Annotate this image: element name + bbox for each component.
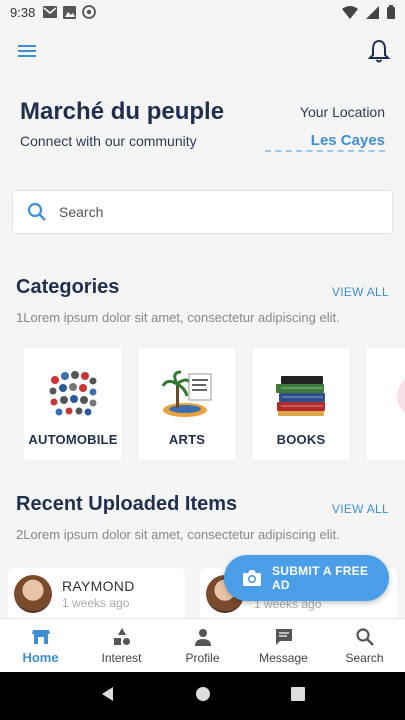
home-circle-icon — [196, 686, 211, 701]
shapes-icon — [113, 627, 130, 645]
signal-icon — [366, 5, 379, 19]
beauty-icon — [397, 379, 405, 413]
recent-view-all-link[interactable]: VIEW ALL — [332, 502, 389, 516]
mail-icon — [43, 6, 58, 18]
home-icon — [31, 630, 50, 644]
seller-name: RAYMOND — [62, 578, 135, 594]
bell-icon — [367, 39, 391, 63]
art-palm-icon — [161, 370, 212, 417]
nav-interest[interactable]: Interest — [81, 619, 162, 672]
bottom-navigation: Home Interest Profile Message Search — [0, 618, 405, 672]
nav-search[interactable]: Search — [324, 619, 405, 672]
search-icon — [27, 202, 46, 221]
hamburger-icon — [18, 45, 36, 57]
nav-message[interactable]: Message — [243, 619, 324, 672]
page-subtitle: Connect with our community — [20, 133, 197, 149]
nav-interest-label: Interest — [101, 650, 142, 665]
category-card-books[interactable]: BOOKS — [252, 348, 350, 460]
back-triangle-icon — [101, 686, 113, 701]
status-time: 9:38 — [10, 4, 36, 20]
menu-button[interactable] — [16, 40, 38, 62]
nav-home-label: Home — [22, 650, 59, 665]
image-icon — [63, 5, 77, 19]
nav-message-label: Message — [259, 650, 308, 665]
categories-view-all-link[interactable]: VIEW ALL — [332, 285, 389, 299]
location-label: Your Location — [299, 104, 385, 120]
nav-search-label: Search — [345, 650, 384, 665]
page-title: Marché du peuple — [20, 98, 225, 125]
nav-profile[interactable]: Profile — [162, 619, 243, 672]
category-card-beauty[interactable]: Be — [366, 348, 405, 460]
category-label: BOOKS — [276, 432, 326, 447]
at-icon — [82, 5, 97, 19]
category-card-arts[interactable]: ARTS — [138, 348, 236, 460]
recent-description: 2Lorem ipsum dolor sit amet, consectetur… — [16, 527, 340, 542]
wifi-icon — [342, 5, 358, 19]
search-bar[interactable] — [12, 190, 393, 234]
recents-button[interactable] — [291, 686, 306, 706]
home-system-button[interactable] — [195, 686, 211, 707]
nav-profile-label: Profile — [185, 650, 220, 665]
person-icon — [194, 628, 211, 646]
status-bar: 9:38 — [0, 0, 405, 24]
avatar — [14, 575, 52, 613]
categories-description: 1Lorem ipsum dolor sit amet, consectetur… — [16, 310, 340, 325]
categories-list: AUTOMOBILE ARTS BOOKS Be — [24, 348, 405, 460]
category-card-automobile[interactable]: AUTOMOBILE — [24, 348, 122, 460]
recent-items-title: Recent Uploaded Items — [16, 493, 238, 515]
location-selector[interactable]: Les Cayes — [264, 132, 385, 152]
app-bar — [0, 28, 405, 76]
submit-free-ad-label: SUBMIT A FREE AD — [271, 564, 369, 592]
upload-time: 1 weeks ago — [62, 596, 130, 610]
search-icon — [355, 627, 374, 646]
back-button[interactable] — [100, 686, 116, 707]
search-input[interactable] — [59, 204, 359, 220]
car-logos-icon — [49, 371, 97, 416]
camera-icon — [242, 570, 261, 586]
submit-free-ad-button[interactable]: SUBMIT A FREE AD — [224, 555, 389, 601]
message-icon — [275, 628, 292, 645]
books-stack-icon — [276, 376, 325, 416]
nav-home[interactable]: Home — [0, 619, 81, 672]
category-label: ARTS — [168, 432, 206, 447]
notifications-button[interactable] — [367, 38, 391, 64]
recent-item-card[interactable]: RAYMOND 1 weeks ago — [8, 568, 185, 620]
system-navigation-bar — [0, 672, 405, 720]
battery-icon — [387, 5, 395, 19]
recents-square-icon — [291, 686, 306, 701]
categories-title: Categories — [16, 276, 120, 298]
category-label: AUTOMOBILE — [28, 432, 118, 447]
